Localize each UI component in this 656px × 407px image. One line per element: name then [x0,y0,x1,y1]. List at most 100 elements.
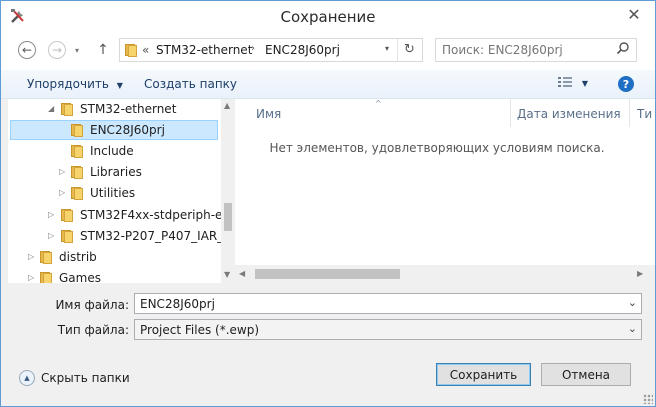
folder-icon [39,250,53,264]
column-divider[interactable] [629,99,630,127]
search-box[interactable] [435,38,637,62]
recent-locations-button[interactable]: ▾ [71,38,83,62]
search-icon[interactable] [616,41,630,58]
folder-icon [70,186,84,200]
breadcrumb-enc28j60prj[interactable]: ENC28J60prj [265,43,340,57]
scroll-down-icon[interactable]: ▼ [224,270,230,279]
tree-item-stm32-p207[interactable]: ▷ STM32-P207_P407_IAR_6.3 [8,226,221,246]
tree-item-label: Libraries [90,165,142,179]
folder-icon [70,123,84,137]
filetype-label: Тип файла: [57,323,129,337]
folder-icon [124,43,138,57]
scroll-up-icon[interactable]: ▲ [224,101,230,110]
cancel-button[interactable]: Отмена [541,363,631,386]
file-list-horizontal-scrollbar[interactable]: ◀ ▶ [235,265,655,283]
collapsed-icon[interactable]: ▷ [28,273,34,282]
column-header: ^ Имя Дата изменения Ти [235,99,655,127]
breadcrumb-stm32-ethernet[interactable]: STM32-ethernet [156,43,252,57]
sort-ascending-icon: ^ [375,99,382,108]
tree-item-libraries[interactable]: ▷ Libraries [8,162,221,182]
collapsed-icon[interactable]: ▷ [59,167,65,176]
tree-item-label: Utilities [90,186,136,200]
column-date-modified[interactable]: Дата изменения [517,107,621,121]
help-icon[interactable]: ? [618,76,634,92]
address-dropdown-icon[interactable]: ▾ [385,44,389,53]
tree-item-include[interactable]: Include [8,141,221,161]
forward-arrow-icon: → [48,41,66,59]
title-bar: Сохранение ✕ [1,1,655,32]
folder-icon [70,144,84,158]
forward-button[interactable]: → [45,38,69,62]
resize-grip[interactable] [643,394,653,404]
filename-field[interactable]: ENC28J60prj ⌄ [134,293,642,314]
navigation-scrollbar[interactable]: ▲ ▼ [221,99,235,283]
command-bar: Упорядочить ▼ Создать папку ▼ ? [1,70,655,99]
filename-value: ENC28J60prj [140,297,215,311]
folder-icon [70,165,84,179]
chevron-down-icon: ▼ [116,81,123,90]
folder-icon [39,271,53,283]
expanded-icon[interactable]: ◢ [48,104,54,113]
tree-item-label: STM32F4xx-stdperiph-exar [80,208,221,222]
view-options-button[interactable]: ▼ [558,76,588,91]
search-input[interactable] [440,41,614,59]
file-list-pane: ^ Имя Дата изменения Ти Нет элементов, у… [235,99,655,283]
chevron-down-icon: ▼ [581,79,588,88]
scroll-thumb[interactable] [224,203,232,231]
hide-folders-label: Скрыть папки [41,371,130,385]
tree-item-games[interactable]: ▷ Games [8,268,221,283]
navigation-row: ← → ▾ ↑ « STM32-ethernet › ENC28J60prj ▾… [1,32,655,70]
chevron-down-icon: ▾ [74,45,79,55]
scroll-thumb[interactable] [255,269,400,279]
column-divider[interactable] [510,99,511,127]
collapsed-icon[interactable]: ▷ [28,252,34,261]
folder-icon [60,102,74,116]
back-button[interactable]: ← [15,38,39,62]
tree-item-enc28j60prj[interactable]: ENC28J60prj [10,120,218,140]
save-dialog: Сохранение ✕ ← → ▾ ↑ « STM32-ethernet › … [0,0,656,407]
scroll-left-icon[interactable]: ◀ [239,269,245,278]
tree-item-label: Games [59,271,101,283]
close-icon: ✕ [627,4,641,24]
collapsed-icon[interactable]: ▷ [48,231,54,240]
divider [397,39,398,61]
close-button[interactable]: ✕ [619,2,649,26]
organize-menu[interactable]: Упорядочить ▼ [27,77,123,91]
tree-item-label: STM32-P207_P407_IAR_6.3 [80,229,221,243]
tree-item-utilities[interactable]: ▷ Utilities [8,183,221,203]
back-arrow-icon: ← [18,41,36,59]
chevron-down-icon[interactable]: ⌄ [628,322,637,335]
filetype-select[interactable]: Project Files (*.ewp) ⌄ [134,319,642,340]
window-title: Сохранение [280,8,376,26]
scroll-right-icon[interactable]: ▶ [637,269,643,278]
collapsed-icon[interactable]: ▷ [59,188,65,197]
address-bar[interactable]: « STM32-ethernet › ENC28J60prj ▾ ↻ [119,38,423,62]
filetype-value: Project Files (*.ewp) [140,323,260,337]
tree-item-label: Include [90,144,134,158]
column-name[interactable]: Имя [256,107,281,121]
collapsed-icon[interactable]: ▷ [48,210,54,219]
hide-folders-button[interactable]: ▲ Скрыть папки [19,370,130,386]
chevron-down-icon[interactable]: ⌄ [628,296,637,309]
tree-item-label: STM32-ethernet [80,102,177,116]
refresh-icon[interactable]: ↻ [404,42,415,57]
details-view-icon [558,77,576,91]
save-button[interactable]: Сохранить [436,363,531,386]
up-arrow-icon: ↑ [97,42,109,58]
new-folder-button[interactable]: Создать папку [144,77,237,91]
folder-icon [60,208,74,222]
tree-item-stm32f4xx-stdperiph[interactable]: ▷ STM32F4xx-stdperiph-exar [8,205,221,225]
empty-list-message: Нет элементов, удовлетворяющих условиям … [269,141,605,155]
address-overflow[interactable]: « [142,43,149,57]
tree-item-label: ENC28J60prj [90,123,165,137]
navigation-pane: ◢ STM32-ethernet ENC28J60prj Include ▷ L… [8,99,221,283]
filename-label: Имя файла: [55,298,129,312]
column-type[interactable]: Ти [637,107,652,121]
up-button[interactable]: ↑ [91,38,115,62]
organize-label: Упорядочить [27,77,109,91]
breadcrumb-separator-icon[interactable]: › [251,43,255,54]
tree-item-label: distrib [59,250,97,264]
tree-item-stm32-ethernet[interactable]: ◢ STM32-ethernet [8,99,221,119]
folder-icon [60,229,74,243]
tree-item-distrib[interactable]: ▷ distrib [8,247,221,267]
